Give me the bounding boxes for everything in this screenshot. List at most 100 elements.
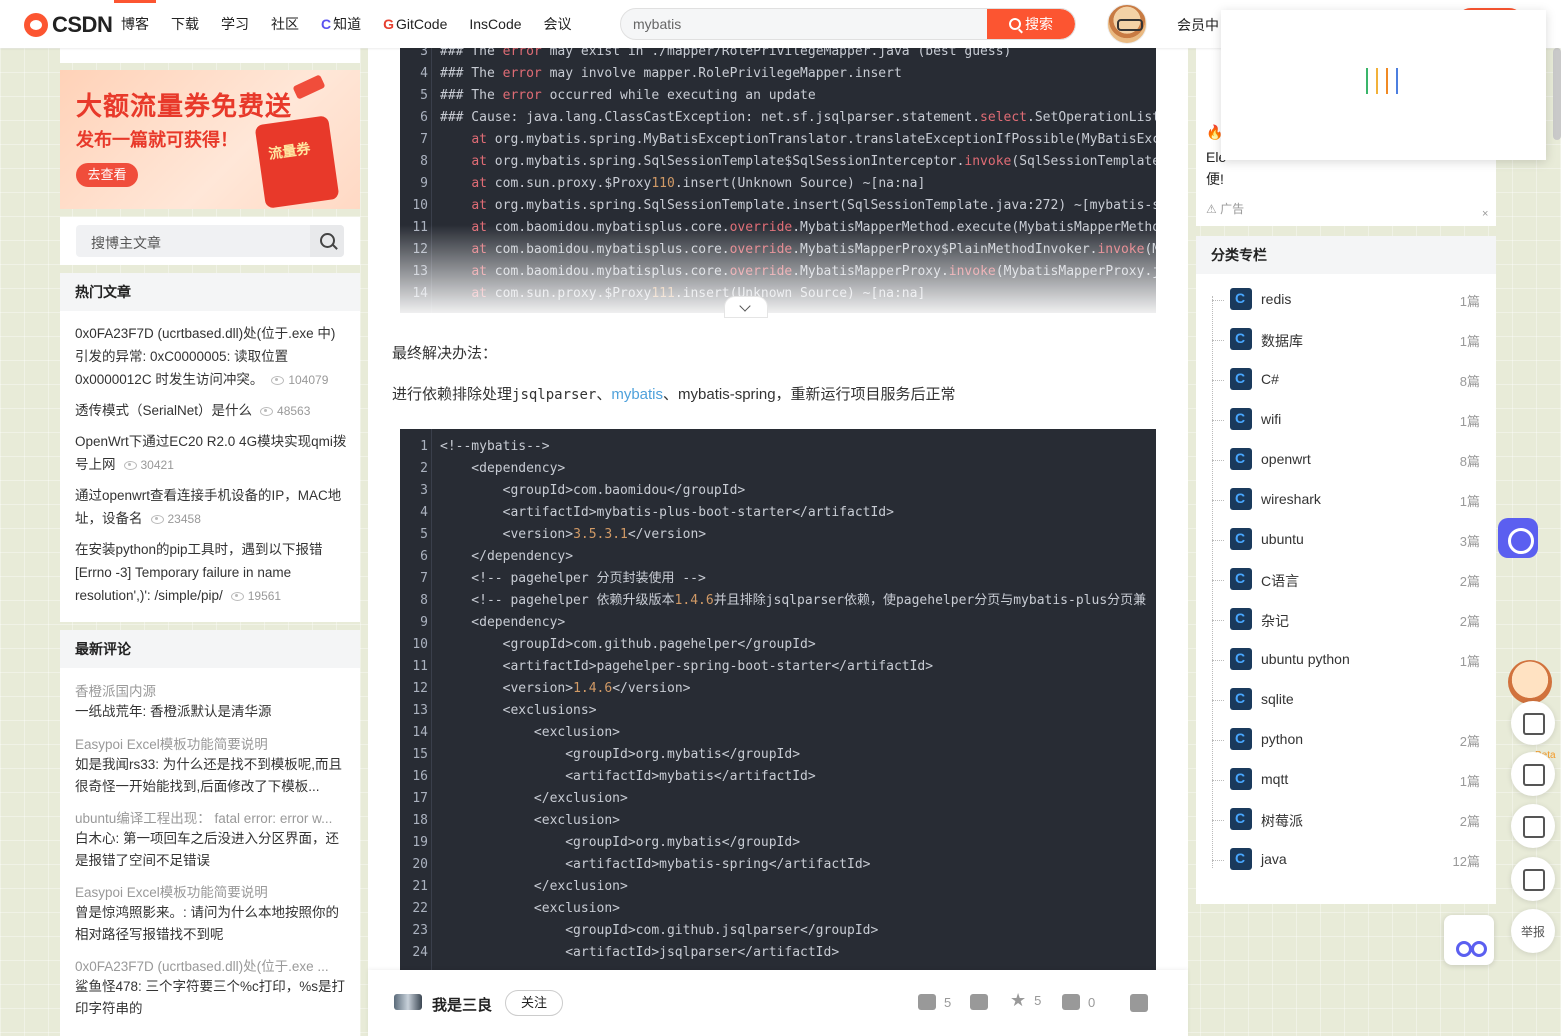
hot-article-item[interactable]: 0x0FA23F7D (ucrtbased.dll)处(位于.exe 中)引发的… [75, 322, 347, 392]
code-line: 7 at org.mybatis.spring.MyBatisException… [420, 132, 1156, 147]
code-line: 16 <artifactId>mybatis</artifactId> [412, 769, 816, 784]
code-line: 11 <artifactId>pagehelper-spring-boot-st… [412, 659, 934, 674]
report-button[interactable]: 举报 [1511, 909, 1555, 953]
category-thumb-icon [1230, 848, 1252, 870]
ad-label: ⚠ 广告 [1206, 202, 1245, 216]
code-line: 5 ### The error occurred while executing … [420, 88, 816, 103]
category-thumb-icon [1230, 368, 1252, 390]
latest-comments-card: 最新评论 香橙派国内源 一纸战荒年: 香橙派默认是清华源 Easypoi Exc… [60, 630, 360, 1036]
coupon-envelope-icon: 流量券 [254, 115, 340, 209]
nav-meeting[interactable]: 会议 [533, 0, 583, 48]
nav-download[interactable]: 下载 [160, 0, 210, 48]
eye-icon [260, 406, 274, 416]
hot-article-item[interactable]: 通过openwrt查看连接手机设备的IP，MAC地址，设备名 23458 [75, 484, 347, 531]
thumbs-up-icon [918, 994, 936, 1010]
category-item[interactable]: 数据库1篇 [1212, 328, 1482, 352]
nav-community[interactable]: 社区 [260, 0, 310, 48]
csdn-logo-icon [24, 13, 48, 37]
dislike-button[interactable] [970, 994, 988, 1010]
category-item[interactable]: wifi1篇 [1212, 408, 1482, 432]
category-item[interactable]: java12篇 [1212, 848, 1482, 872]
comment-article-link[interactable]: Easypoi Excel模板功能简要说明 [75, 733, 347, 753]
comment-article-link[interactable]: Easypoi Excel模板功能简要说明 [75, 881, 347, 901]
member-center-link[interactable]: 会员中 [1177, 15, 1219, 35]
code-line: 4 ### The error may involve mapper.RolePr… [420, 66, 902, 81]
comment-text: 曾是惊鸿照影来。: 请问为什么本地按照你的相对路径写报错找不到呢 [75, 905, 340, 942]
follow-button[interactable]: 关注 [505, 990, 563, 1016]
nav-blog[interactable]: 博客 [110, 0, 160, 48]
hot-article-item[interactable]: 透传模式（SerialNet）是什么 48563 [75, 399, 347, 423]
user-avatar[interactable] [1107, 4, 1147, 44]
comment-text: 白木心: 第一项回车之后没进入分区界面，还是报错了空间不足错误 [75, 831, 340, 868]
code-line: 12 <version>1.4.6</version> [412, 681, 691, 696]
comment-article-link[interactable]: ubuntu编译工程出现： fatal error: error w... [75, 807, 347, 827]
promo-banner[interactable]: 大额流量券免费送 发布一篇就可获得！ 去查看 流量券 [60, 70, 360, 209]
edit-tool-icon[interactable] [1511, 804, 1555, 848]
favorite-button[interactable]: ★ 5 [1010, 990, 1041, 1011]
code-line: 6 ### Cause: java.lang.ClassCastException… [420, 110, 1156, 125]
nav-learn[interactable]: 学习 [210, 0, 260, 48]
category-item[interactable]: 树莓派2篇 [1212, 808, 1482, 832]
category-item[interactable]: mqtt1篇 [1212, 768, 1482, 792]
code-line: 3 <groupId>com.baomidou</groupId> [420, 483, 746, 498]
nav-gitcode[interactable]: G GitCode [372, 0, 458, 48]
nav-inscode[interactable]: InsCode [458, 0, 532, 48]
code-line: 19 <groupId>org.mybatis</groupId> [412, 835, 801, 850]
code-line: 8 <!-- pagehelper 依赖升级版本1.4.6并且排除jsqlpar… [420, 593, 1147, 608]
comment-article-link[interactable]: 香橙派国内源 [75, 680, 347, 700]
category-item[interactable]: ubuntu python1篇 [1212, 648, 1482, 672]
search-button[interactable]: 搜索 [987, 9, 1075, 39]
comment-text: 一纸战荒年: 香橙派默认是清华源 [75, 704, 272, 719]
category-item[interactable]: C语言2篇 [1212, 568, 1482, 592]
latest-comments-title: 最新评论 [60, 630, 360, 668]
category-item[interactable]: openwrt8篇 [1212, 448, 1482, 472]
code-line: 24 <artifactId>jsqlparser</artifactId> [412, 945, 840, 960]
search-icon[interactable] [310, 225, 344, 257]
share-icon[interactable] [1130, 994, 1148, 1012]
category-thumb-icon [1230, 608, 1252, 630]
support-headset-icon[interactable] [1511, 857, 1555, 901]
mascot-avatar[interactable] [1508, 660, 1552, 704]
hot-articles-title: 热门文章 [60, 273, 360, 311]
category-thumb-icon [1230, 488, 1252, 510]
category-item[interactable]: redis1篇 [1212, 288, 1482, 312]
category-item[interactable]: C#8篇 [1212, 368, 1482, 392]
code-line: 9 at com.sun.proxy.$Proxy110.insert(Unkn… [420, 176, 926, 191]
category-item[interactable]: ubuntu3篇 [1212, 528, 1482, 552]
nav-zhidao[interactable]: C 知道 [310, 0, 372, 48]
ai-assistant-icon[interactable] [1498, 518, 1538, 558]
comment-article-link[interactable]: 0x0FA23F7D (ucrtbased.dll)处(位于.exe ... [75, 955, 347, 975]
code-line: 6 </dependency> [420, 549, 574, 564]
scissors-icon[interactable] [1444, 915, 1494, 965]
category-title: 分类专栏 [1196, 236, 1496, 274]
search-input[interactable] [621, 9, 987, 39]
author-name[interactable]: 我是三良 [432, 994, 492, 1015]
left-top-strip [60, 48, 360, 63]
blogger-search-input[interactable]: 搜博主文章 [76, 225, 344, 257]
zhidao-icon: C [321, 16, 332, 32]
blogger-search-card: 搜博主文章 [60, 217, 360, 265]
paragraph-solution: 最终解决办法： [392, 345, 498, 362]
banner-view-button[interactable]: 去查看 [76, 163, 138, 187]
category-item[interactable]: wireshark1篇 [1212, 488, 1482, 512]
csdn-logo[interactable]: CSDN [24, 12, 113, 38]
author-avatar[interactable] [394, 994, 422, 1010]
category-item[interactable]: sqlite [1212, 688, 1482, 712]
close-ad-icon[interactable]: × [1482, 208, 1488, 220]
category-item[interactable]: python2篇 [1212, 728, 1482, 752]
chart-tool-icon[interactable] [1511, 701, 1555, 745]
category-item[interactable]: 杂记2篇 [1212, 608, 1482, 632]
page-scrollbar[interactable] [1553, 48, 1561, 140]
mybatis-link[interactable]: mybatis [611, 386, 663, 403]
code-line: 20 <artifactId>mybatis-spring</artifactI… [412, 857, 871, 872]
category-thumb-icon [1230, 448, 1252, 470]
article-content: 3 ### The error may exist in ./mapper/Rol… [368, 48, 1188, 1036]
comment-button[interactable]: 0 [1062, 994, 1095, 1010]
layout-tool-icon[interactable] [1511, 752, 1555, 796]
code-line: 14 <exclusion> [412, 725, 621, 740]
hot-article-item[interactable]: 在安装python的pip工具时，遇到以下报错[Errno -3] Tempor… [75, 538, 347, 608]
expand-code-chevron-icon[interactable] [724, 296, 768, 318]
code-line: 9 <dependency> [420, 615, 566, 630]
hot-article-item[interactable]: OpenWrt下通过EC20 R2.0 4G模块实现qmi拨号上网 30421 [75, 430, 347, 477]
like-button[interactable]: 5 [918, 994, 951, 1010]
